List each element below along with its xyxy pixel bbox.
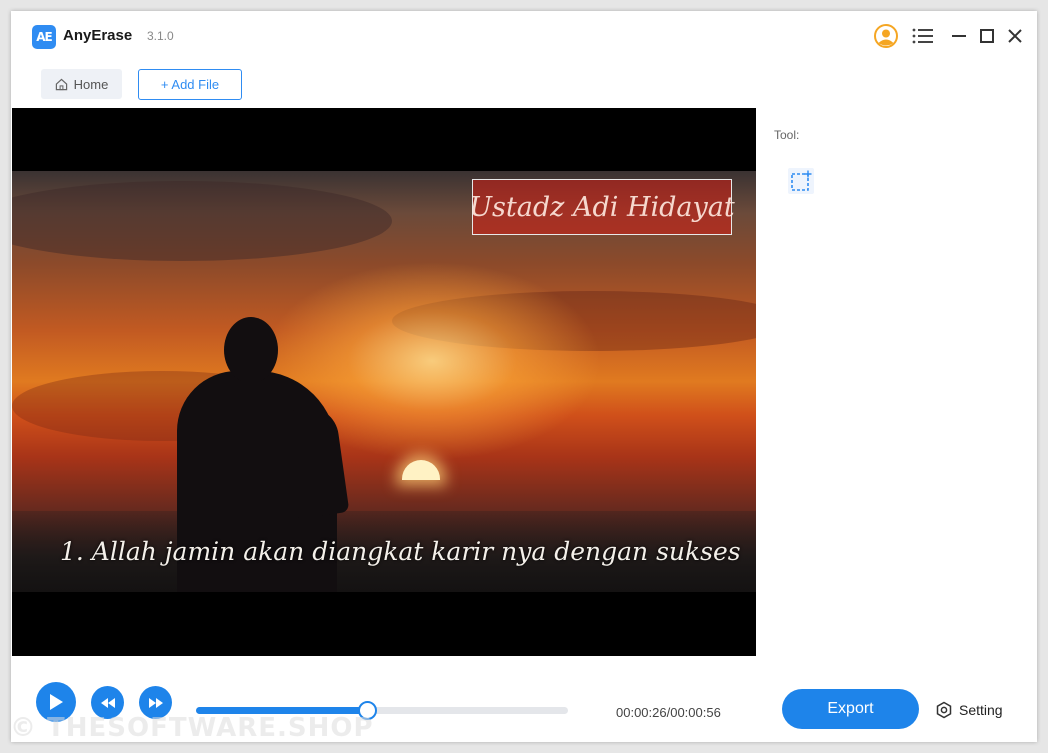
person-silhouette-head xyxy=(224,317,278,383)
home-icon xyxy=(55,78,67,90)
setting-button[interactable]: Setting xyxy=(935,698,1003,722)
tool-panel: Tool: xyxy=(756,108,1037,656)
minimize-button[interactable] xyxy=(946,23,972,49)
rect-select-tool[interactable] xyxy=(788,168,814,194)
watermark-selection-box[interactable]: Ustadz Adi Hidayat xyxy=(469,179,735,235)
app-version: 3.1.0 xyxy=(147,29,174,43)
close-icon xyxy=(1008,29,1022,43)
maximize-icon xyxy=(980,29,994,43)
sun xyxy=(402,460,440,480)
nav-bar: Home + Add File xyxy=(11,61,1037,107)
account-button[interactable] xyxy=(873,23,899,49)
add-file-button[interactable]: + Add File xyxy=(138,69,242,100)
menu-icon xyxy=(912,28,933,44)
video-preview[interactable]: Ustadz Adi Hidayat 1. Allah jamin akan d… xyxy=(12,108,756,656)
tool-label: Tool: xyxy=(774,128,800,142)
cloud-shape xyxy=(12,181,392,261)
video-watermark-text: Ustadz Adi Hidayat xyxy=(469,191,735,223)
fast-forward-icon xyxy=(148,697,163,708)
app-window: AE AnyErase 3.1.0 Home + Add File Ustadz… xyxy=(11,11,1037,742)
video-subtitle: 1. Allah jamin akan diangkat karir nya d… xyxy=(60,537,741,566)
home-label: Home xyxy=(73,76,109,92)
rect-select-icon xyxy=(791,170,812,191)
setting-label: Setting xyxy=(959,702,1003,718)
app-logo: AE xyxy=(32,25,56,49)
video-frame: Ustadz Adi Hidayat 1. Allah jamin akan d… xyxy=(12,171,756,592)
menu-button[interactable] xyxy=(910,23,936,49)
close-button[interactable] xyxy=(1002,23,1028,49)
rewind-icon xyxy=(100,697,115,708)
home-button[interactable]: Home xyxy=(41,69,122,99)
site-watermark: © THESOFTWARE.SHOP xyxy=(10,713,374,743)
user-icon xyxy=(874,24,898,48)
time-display: 00:00:26/00:00:56 xyxy=(616,705,721,720)
title-bar: AE AnyErase 3.1.0 xyxy=(11,11,1037,61)
gear-icon xyxy=(936,701,952,719)
export-button[interactable]: Export xyxy=(782,689,919,729)
play-icon xyxy=(50,694,63,710)
minimize-icon xyxy=(952,35,966,37)
maximize-button[interactable] xyxy=(974,23,1000,49)
app-name: AnyErase xyxy=(63,27,133,44)
